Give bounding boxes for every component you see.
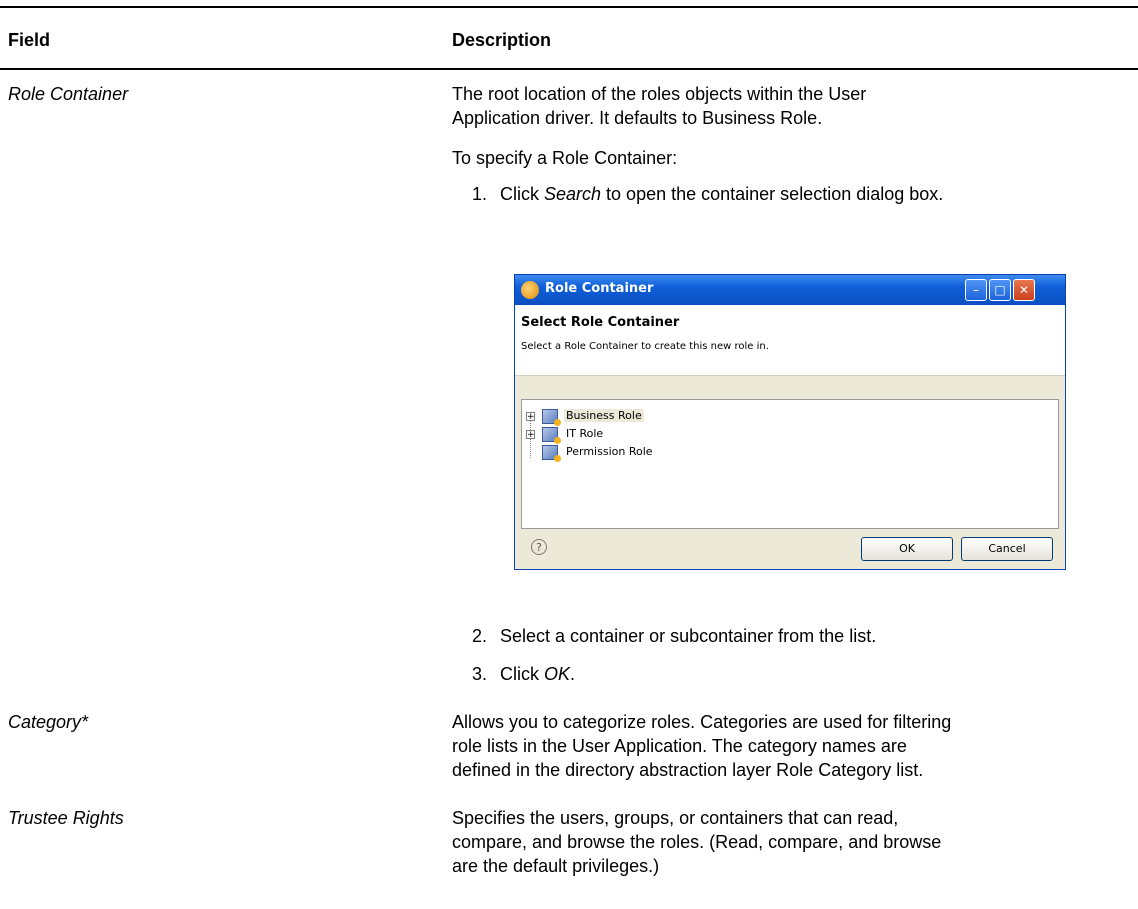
- role-icon: [542, 445, 561, 462]
- dialog-banner: Select Role Container Select a Role Cont…: [515, 305, 1065, 376]
- role-container-description: The root location of the roles objects w…: [452, 82, 1122, 130]
- header-description: Description: [452, 30, 552, 50]
- step-1: 1. Click Search to open the container sel…: [472, 184, 943, 205]
- search-emphasis: Search: [544, 184, 602, 204]
- role-container-dialog: Role Container – □ ✕ Select Role Contain…: [514, 274, 1066, 570]
- dialog-title: Role Container: [545, 281, 654, 296]
- minimize-icon[interactable]: –: [965, 279, 987, 301]
- step-2: 2. Select a container or subcontainer fro…: [472, 626, 876, 647]
- step-text: .: [570, 664, 576, 684]
- trustee-description: Specifies the users, groups, or containe…: [452, 806, 1122, 878]
- help-icon[interactable]: ?: [531, 539, 547, 555]
- step-number: 1.: [472, 184, 488, 204]
- expand-icon[interactable]: +: [526, 430, 535, 440]
- dialog-subtext: Select a Role Container to create this n…: [521, 341, 769, 352]
- table-top-rule: [0, 6, 1138, 8]
- tree-item-label: Permission Role: [566, 445, 653, 458]
- dialog-heading: Select Role Container: [521, 315, 680, 330]
- step-text: to open the container selection dialog b…: [601, 184, 944, 204]
- desc-line: are the default privileges.): [452, 856, 660, 876]
- table-header-rule: [0, 68, 1138, 70]
- ok-button[interactable]: OK: [861, 537, 953, 561]
- role-container-intro: To specify a Role Container:: [452, 148, 678, 168]
- desc-line: compare, and browse the roles. (Read, co…: [452, 832, 942, 852]
- maximize-icon[interactable]: □: [989, 279, 1011, 301]
- category-description: Allows you to categorize roles. Categori…: [452, 710, 1122, 782]
- ok-emphasis: OK: [544, 664, 571, 684]
- field-category: Category*: [8, 712, 89, 732]
- role-icon: [542, 409, 561, 426]
- step-number: 3.: [472, 664, 488, 684]
- close-icon[interactable]: ✕: [1013, 279, 1035, 301]
- desc-line: defined in the directory abstraction lay…: [452, 760, 924, 780]
- desc-line: The root location of the roles objects w…: [452, 84, 867, 104]
- step-number: 2.: [472, 626, 488, 646]
- step-3: 3. Click OK.: [472, 664, 575, 685]
- field-trustee-rights: Trustee Rights: [8, 808, 124, 828]
- header-field: Field: [8, 30, 51, 50]
- tree-item-label: IT Role: [566, 427, 604, 440]
- dialog-titlebar: Role Container – □ ✕: [515, 275, 1065, 305]
- role-icon: [542, 427, 561, 444]
- step-text: Click: [500, 184, 544, 204]
- field-role-container: Role Container: [8, 84, 129, 104]
- desc-line: Specifies the users, groups, or containe…: [452, 808, 899, 828]
- desc-line: role lists in the User Application. The …: [452, 736, 907, 756]
- container-tree[interactable]: + Business Role + IT Role Permission Rol…: [521, 399, 1059, 529]
- desc-line: Application driver. It defaults to Busin…: [452, 108, 823, 128]
- expand-icon[interactable]: +: [526, 412, 535, 422]
- tree-item-label: Business Role: [564, 409, 644, 422]
- cancel-button[interactable]: Cancel: [961, 537, 1053, 561]
- app-icon: [521, 281, 539, 299]
- step-text: Select a container or subcontainer from …: [500, 626, 877, 646]
- step-text: Click: [500, 664, 544, 684]
- desc-line: Allows you to categorize roles. Categori…: [452, 712, 952, 732]
